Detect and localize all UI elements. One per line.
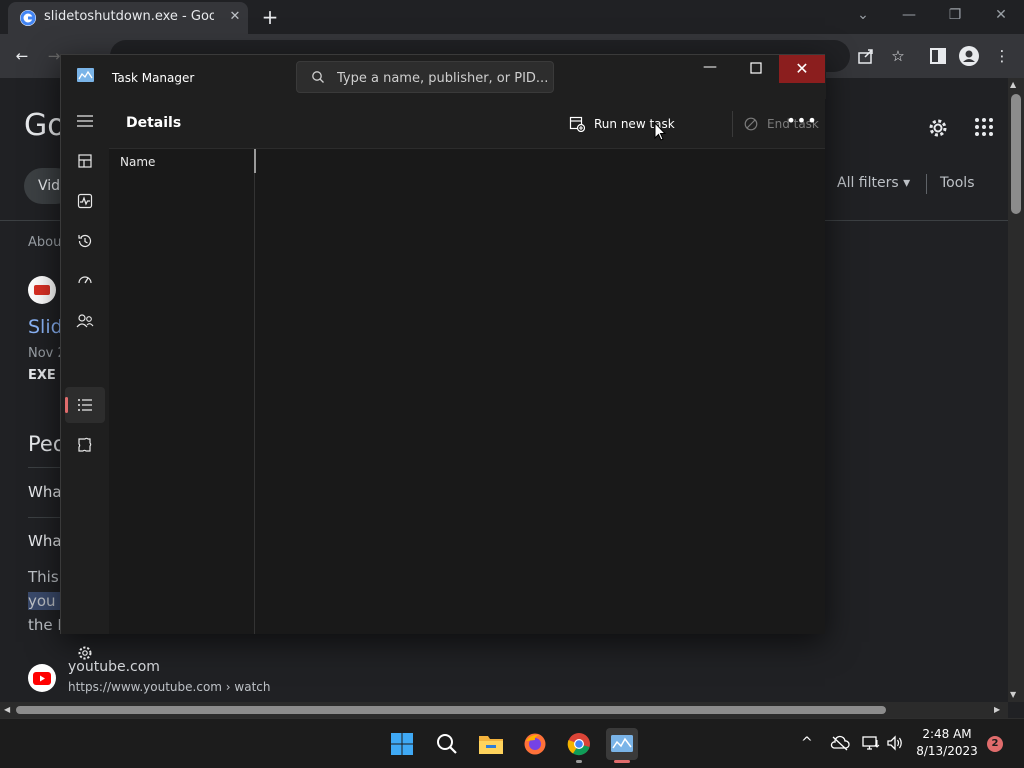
search-icon	[311, 70, 325, 84]
details-header: Details Run new task End task •••	[109, 99, 825, 149]
services-icon[interactable]	[65, 427, 105, 463]
run-new-task-icon	[569, 116, 585, 132]
scroll-left-arrow-icon[interactable]: ◀	[4, 705, 10, 714]
task-manager-close-button[interactable]: ✕	[779, 55, 825, 83]
task-manager-icon[interactable]	[606, 728, 638, 760]
divider	[28, 467, 64, 468]
notification-badge[interactable]: 2	[987, 736, 1003, 752]
network-icon[interactable]	[862, 735, 880, 751]
browser-menu-icon[interactable]: ⋮	[990, 44, 1014, 68]
chevron-down-icon[interactable]: ⌄	[840, 0, 886, 30]
task-manager-active-indicator	[614, 760, 630, 763]
chrome-running-indicator	[576, 760, 582, 763]
youtube-icon	[28, 664, 56, 692]
column-separator	[254, 149, 255, 634]
tab-close-icon[interactable]: ✕	[226, 8, 244, 26]
volume-icon[interactable]	[886, 735, 904, 751]
paa-question[interactable]: Wha	[28, 483, 62, 501]
profile-avatar-icon[interactable]	[957, 44, 981, 68]
browser-tab-bar: slidetoshutdown.exe - Google Se ✕ + ⌄ — …	[0, 0, 1024, 34]
site-favicon	[28, 276, 56, 304]
task-manager-window: Task Manager — ✕	[60, 54, 826, 660]
page-title: Details	[126, 115, 182, 131]
task-manager-nav	[61, 99, 109, 660]
result-title-link[interactable]: Slid	[28, 316, 63, 338]
browser-restore-button[interactable]: ❐	[932, 0, 978, 30]
tools-button[interactable]: Tools	[940, 175, 975, 191]
users-icon[interactable]	[65, 303, 105, 339]
column-header-name[interactable]: Name	[120, 155, 155, 169]
process-search-box[interactable]	[296, 61, 554, 93]
task-manager-maximize-button[interactable]	[738, 55, 774, 83]
bookmark-star-icon[interactable]: ☆	[886, 44, 910, 68]
performance-icon[interactable]	[65, 183, 105, 219]
scroll-down-arrow-icon[interactable]: ▼	[1010, 690, 1016, 699]
task-manager-titlebar[interactable]: Task Manager — ✕	[61, 55, 826, 99]
firefox-icon[interactable]	[519, 728, 551, 760]
task-manager-title: Task Manager	[112, 71, 195, 85]
more-options-icon[interactable]: •••	[786, 111, 818, 137]
settings-gear-icon[interactable]	[926, 116, 950, 140]
all-filters-button[interactable]: All filters ▾	[837, 175, 910, 191]
tab-title: slidetoshutdown.exe - Google Se	[44, 9, 214, 24]
new-tab-button[interactable]: +	[258, 5, 282, 29]
browser-close-button[interactable]: ✕	[978, 0, 1024, 30]
clock-date: 8/13/2023	[916, 744, 978, 758]
browser-minimize-button[interactable]: —	[886, 0, 932, 30]
clock-time: 2:48 AM	[922, 727, 972, 741]
details-list: Name	[109, 149, 825, 634]
process-search-input[interactable]	[337, 68, 547, 88]
horizontal-scrollbar-thumb[interactable]	[16, 706, 886, 714]
system-clock[interactable]: 2:48 AM 8/13/2023	[912, 726, 982, 760]
youtube-url[interactable]: https://www.youtube.com › watch	[68, 680, 270, 694]
chrome-icon[interactable]	[563, 728, 595, 760]
chevron-up-icon[interactable]: ^	[801, 735, 813, 751]
active-nav-indicator	[65, 397, 68, 413]
about-results-text: Abou	[28, 235, 62, 250]
app-history-icon[interactable]	[65, 223, 105, 259]
file-explorer-icon[interactable]	[475, 728, 507, 760]
settings-gear-icon[interactable]	[65, 635, 105, 671]
details-icon[interactable]	[65, 387, 105, 423]
google-favicon-icon	[20, 10, 36, 26]
toolbar-divider	[732, 111, 733, 137]
task-manager-minimize-button[interactable]: —	[692, 55, 728, 83]
scroll-right-arrow-icon[interactable]: ▶	[994, 705, 1000, 714]
vertical-scrollbar-thumb[interactable]	[1011, 94, 1021, 214]
divider	[926, 174, 927, 194]
hamburger-menu-icon[interactable]	[65, 103, 105, 139]
onedrive-offline-icon[interactable]	[830, 735, 850, 751]
search-icon[interactable]	[431, 728, 463, 760]
column-resize-handle[interactable]	[254, 149, 256, 173]
mouse-cursor-icon	[654, 122, 666, 142]
back-arrow-icon[interactable]: ←	[10, 44, 34, 68]
share-icon[interactable]	[854, 44, 878, 68]
task-manager-app-icon	[77, 68, 94, 84]
browser-tab[interactable]: slidetoshutdown.exe - Google Se ✕	[8, 2, 248, 34]
paa-question[interactable]: Wha	[28, 532, 62, 550]
startup-apps-icon[interactable]	[65, 263, 105, 299]
end-task-icon	[744, 117, 758, 131]
divider	[28, 517, 64, 518]
scroll-up-arrow-icon[interactable]: ▲	[1010, 80, 1016, 89]
snippet-line: This	[28, 568, 59, 586]
processes-icon[interactable]	[65, 143, 105, 179]
side-panel-icon[interactable]	[926, 44, 950, 68]
apps-grid-icon[interactable]	[974, 117, 994, 137]
windows-start-icon[interactable]	[386, 728, 418, 760]
